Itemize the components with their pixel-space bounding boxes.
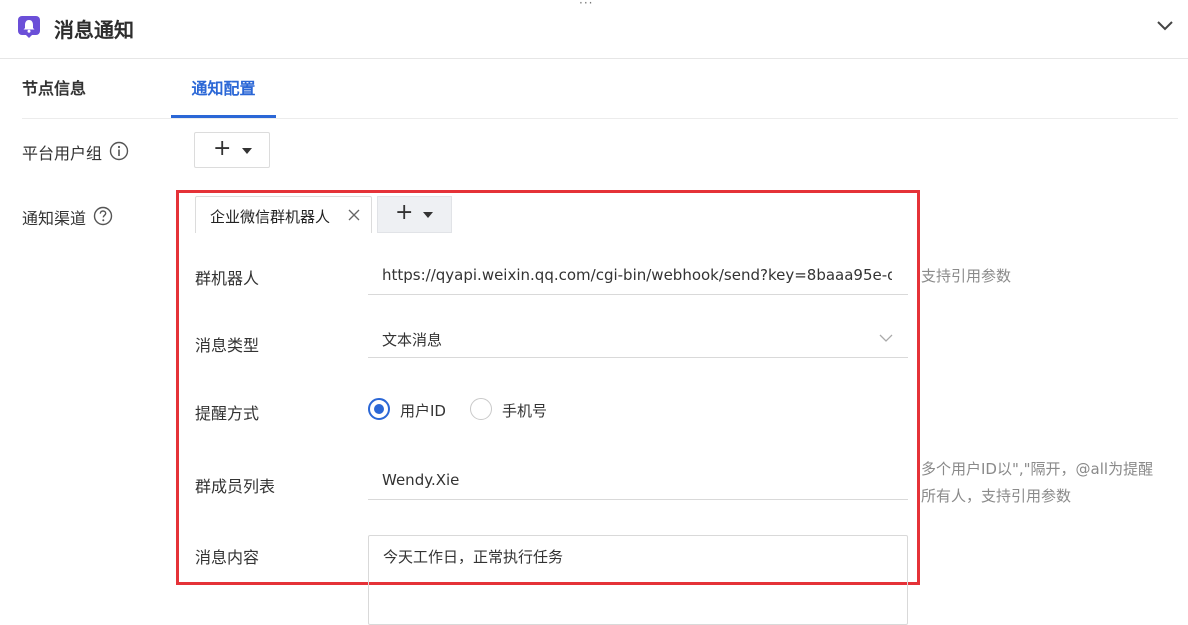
- radio-user-id-label[interactable]: 用户ID: [400, 400, 446, 421]
- radio-user-id[interactable]: [368, 398, 390, 420]
- members-hint-line1: 多个用户ID以","隔开，@all为提醒: [921, 460, 1154, 478]
- content-label: 消息内容: [195, 548, 260, 567]
- help-icon[interactable]: [93, 206, 113, 226]
- caret-down-icon: [423, 212, 433, 218]
- add-channel-button[interactable]: +: [377, 196, 452, 233]
- channel-tab-wecom-robot[interactable]: 企业微信群机器人: [195, 196, 372, 233]
- radio-phone-label[interactable]: 手机号: [502, 400, 547, 421]
- caret-down-icon: [242, 148, 252, 154]
- tab-bar: 节点信息 通知配置: [22, 58, 1178, 119]
- panel-title: 消息通知: [54, 18, 134, 42]
- bell-icon: [18, 16, 40, 38]
- tab-node-info[interactable]: 节点信息: [22, 58, 128, 117]
- chevron-down-icon[interactable]: [1154, 14, 1176, 36]
- robot-webhook-input[interactable]: https://qyapi.weixin.qq.com/cgi-bin/webh…: [368, 257, 908, 295]
- channel-tab-label: 企业微信群机器人: [210, 208, 331, 226]
- content-value: 今天工作日，正常执行任务: [383, 548, 564, 566]
- message-type-select[interactable]: 文本消息: [368, 320, 908, 358]
- plus-icon: +: [213, 136, 232, 161]
- tab-notify-config[interactable]: 通知配置: [171, 58, 276, 117]
- info-icon[interactable]: [109, 141, 129, 161]
- channel-label: 通知渠道: [22, 209, 87, 228]
- members-label: 群成员列表: [195, 477, 276, 496]
- close-icon[interactable]: [346, 207, 362, 223]
- content-textarea[interactable]: 今天工作日，正常执行任务: [368, 535, 908, 625]
- message-type-value: 文本消息: [382, 331, 443, 349]
- robot-label: 群机器人: [195, 269, 260, 288]
- user-group-label: 平台用户组: [22, 144, 103, 163]
- robot-webhook-value: https://qyapi.weixin.qq.com/cgi-bin/webh…: [382, 266, 892, 284]
- plus-icon: +: [395, 200, 414, 225]
- chevron-down-icon: [879, 334, 893, 342]
- members-input[interactable]: Wendy.Xie: [368, 462, 908, 500]
- active-tab-indicator: [171, 115, 276, 118]
- radio-phone[interactable]: [470, 398, 492, 420]
- panel-header: 消息通知: [0, 0, 1188, 59]
- robot-hint: 支持引用参数: [921, 267, 1012, 285]
- highlight-box: [176, 190, 920, 585]
- members-hint-line2: 所有人，支持引用参数: [921, 487, 1072, 505]
- remind-method-label: 提醒方式: [195, 404, 260, 423]
- add-user-group-button[interactable]: +: [194, 132, 270, 168]
- message-type-label: 消息类型: [195, 336, 260, 355]
- members-value: Wendy.Xie: [382, 471, 460, 489]
